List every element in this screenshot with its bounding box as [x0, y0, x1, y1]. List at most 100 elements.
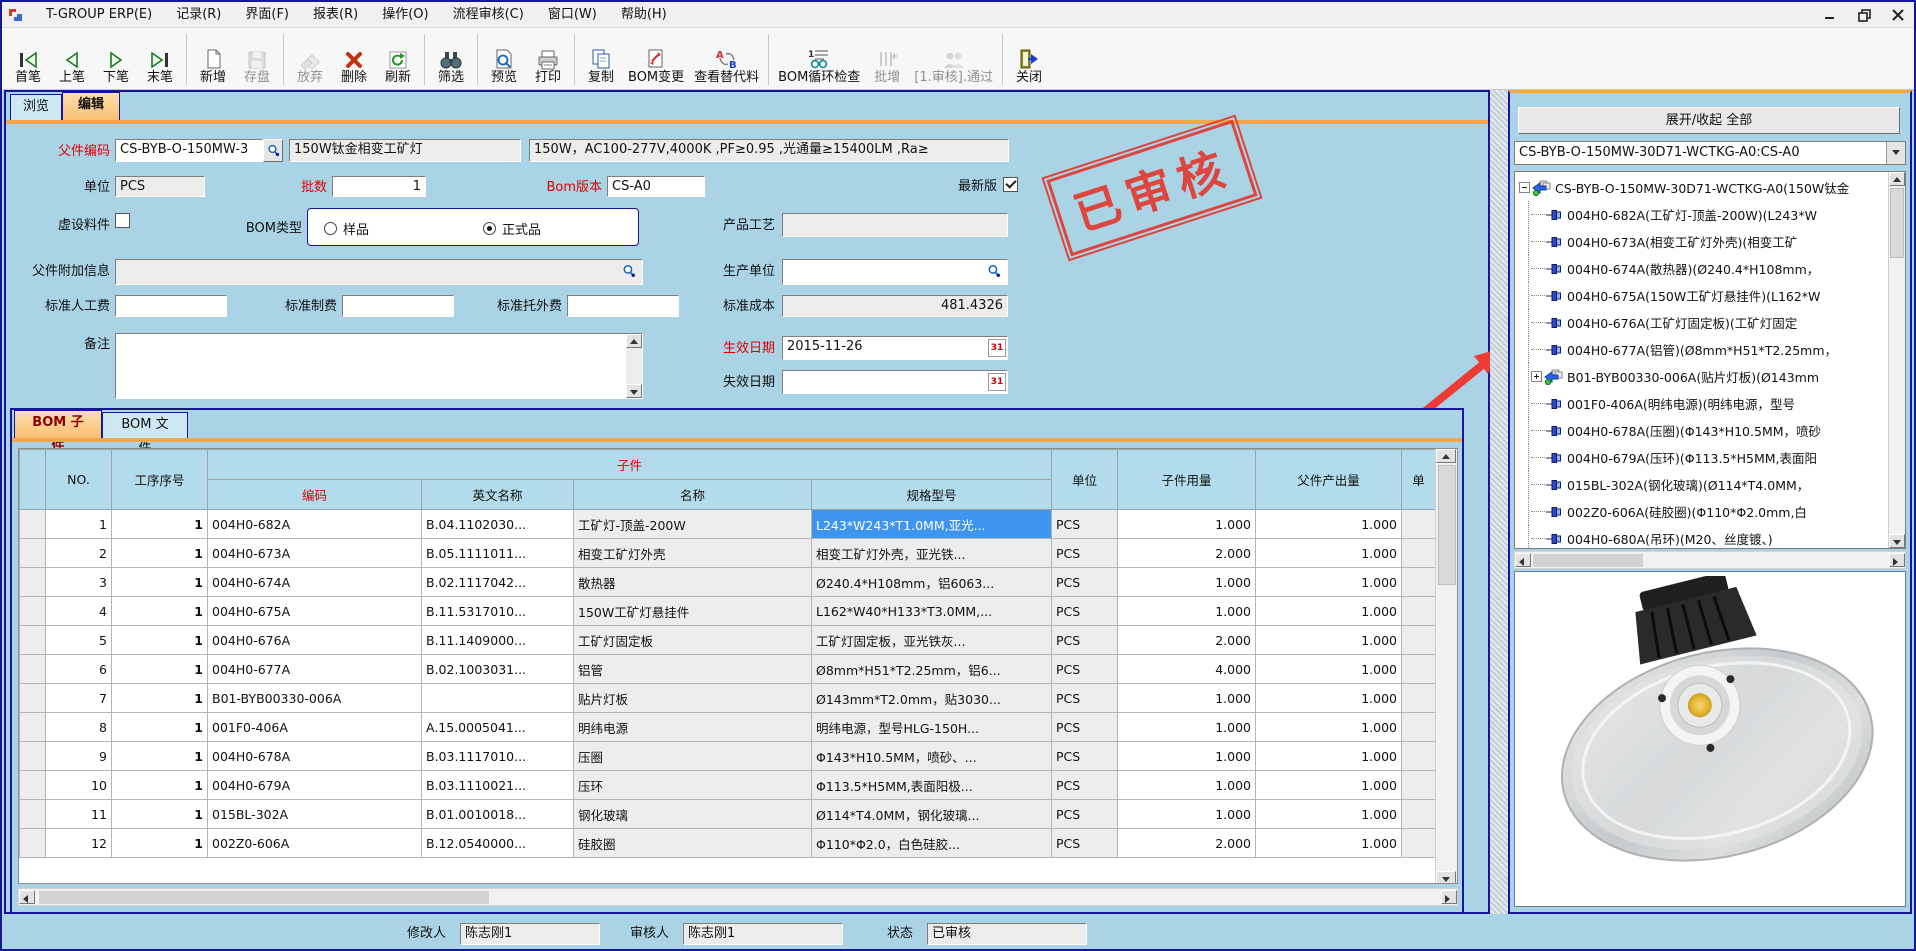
- cell-code[interactable]: 004H0-682A: [208, 510, 422, 539]
- parent-code-lookup-button[interactable]: [263, 139, 283, 162]
- delete-button[interactable]: 删除: [332, 30, 376, 89]
- table-row[interactable]: 4 1 004H0-675A B.11.5317010... 150W工矿灯悬挂…: [20, 597, 1436, 626]
- cell-no[interactable]: 11: [46, 800, 112, 829]
- grid-scroll-down-icon[interactable]: [1436, 871, 1456, 884]
- cell-code[interactable]: 004H0-674A: [208, 568, 422, 597]
- prev-record-button[interactable]: 上笔: [50, 30, 94, 89]
- cell-name[interactable]: 压环: [574, 771, 812, 800]
- cell-en-name[interactable]: B.03.1110021...: [422, 771, 574, 800]
- row-selector-cell[interactable]: [20, 626, 46, 655]
- cell-unit[interactable]: PCS: [1052, 626, 1118, 655]
- col-code-header[interactable]: 编码: [208, 480, 422, 510]
- row-selector-cell[interactable]: [20, 597, 46, 626]
- cell-parent-qty[interactable]: 1.000: [1256, 597, 1402, 626]
- table-row[interactable]: 7 1 B01-BYB00330-006A 贴片灯板 Ø143mm*T2.0mm…: [20, 684, 1436, 713]
- tab-bom-children[interactable]: BOM 子件: [14, 410, 102, 438]
- cell-en-name[interactable]: B.04.1102030...: [422, 510, 574, 539]
- cell-seq[interactable]: 1: [112, 568, 208, 597]
- cell-seq[interactable]: 1: [112, 626, 208, 655]
- minimize-button[interactable]: [1822, 7, 1838, 23]
- grid-scroll-up-icon[interactable]: [1436, 449, 1456, 463]
- cell-extra[interactable]: [1402, 597, 1436, 626]
- cell-extra[interactable]: [1402, 829, 1436, 858]
- table-row[interactable]: 10 1 004H0-679A B.03.1110021... 压环 Φ113.…: [20, 771, 1436, 800]
- tree-item[interactable]: 004H0-673A(相变工矿灯外壳)(相变工矿: [1519, 228, 1905, 255]
- menu-help[interactable]: 帮助(H): [609, 2, 679, 28]
- row-selector-cell[interactable]: [20, 771, 46, 800]
- cell-unit[interactable]: PCS: [1052, 510, 1118, 539]
- cell-spec[interactable]: Ø240.4*H108mm，铝6063...: [812, 568, 1052, 597]
- close-button[interactable]: 关闭: [1007, 30, 1051, 89]
- tree-item[interactable]: 004H0-677A(铝管)(Ø8mm*H51*T2.25mm，: [1519, 336, 1905, 363]
- tree-vscroll-thumb[interactable]: [1890, 188, 1904, 258]
- cell-en-name[interactable]: B.02.1003031...: [422, 655, 574, 684]
- virtual-part-checkbox[interactable]: [115, 213, 130, 228]
- table-row[interactable]: 1 1 004H0-682A B.04.1102030... 工矿灯-顶盖-20…: [20, 510, 1436, 539]
- cell-no[interactable]: 3: [46, 568, 112, 597]
- latest-version-checkbox[interactable]: [1003, 177, 1018, 192]
- filter-button[interactable]: 筛选: [429, 30, 473, 89]
- cell-code[interactable]: 004H0-673A: [208, 539, 422, 568]
- cell-extra[interactable]: [1402, 539, 1436, 568]
- cell-qty[interactable]: 2.000: [1118, 539, 1256, 568]
- col-spec-header[interactable]: 规格型号: [812, 480, 1052, 510]
- restore-button[interactable]: [1856, 7, 1872, 23]
- col-qty-header[interactable]: 子件用量: [1118, 450, 1256, 510]
- row-selector-cell[interactable]: [20, 829, 46, 858]
- cell-code[interactable]: 004H0-675A: [208, 597, 422, 626]
- tree-item[interactable]: 002Z0-606A(硅胶圈)(Φ110*Φ2.0mm,白: [1519, 498, 1905, 525]
- cell-spec[interactable]: L162*W40*H133*T3.0MM,...: [812, 597, 1052, 626]
- cell-en-name[interactable]: B.12.0540000...: [422, 829, 574, 858]
- table-row[interactable]: 5 1 004H0-676A B.11.1409000... 工矿灯固定板 工矿…: [20, 626, 1436, 655]
- refresh-button[interactable]: 刷新: [376, 30, 420, 89]
- menu-app[interactable]: T-GROUP ERP(E): [34, 2, 164, 28]
- expand-collapse-all-button[interactable]: 展开/收起 全部: [1518, 107, 1900, 134]
- tree-item[interactable]: 004H0-676A(工矿灯固定板)(工矿灯固定: [1519, 309, 1905, 336]
- view-substitute-button[interactable]: AB查看替代料: [689, 30, 764, 89]
- cell-unit[interactable]: PCS: [1052, 539, 1118, 568]
- cell-en-name[interactable]: B.05.1111011...: [422, 539, 574, 568]
- cell-no[interactable]: 7: [46, 684, 112, 713]
- cell-extra[interactable]: [1402, 771, 1436, 800]
- tree-expand-icon[interactable]: [1519, 182, 1530, 193]
- bom-type-formal-radio[interactable]: 正式品: [483, 219, 541, 238]
- cell-unit[interactable]: PCS: [1052, 684, 1118, 713]
- cell-code[interactable]: 001F0-406A: [208, 713, 422, 742]
- row-selector-cell[interactable]: [20, 655, 46, 684]
- cell-code[interactable]: 015BL-302A: [208, 800, 422, 829]
- menu-interface[interactable]: 界面(F): [233, 2, 301, 28]
- tree-scroll-right-icon[interactable]: [1889, 553, 1905, 567]
- cell-en-name[interactable]: B.11.5317010...: [422, 597, 574, 626]
- cell-parent-qty[interactable]: 1.000: [1256, 655, 1402, 684]
- cell-qty[interactable]: 1.000: [1118, 568, 1256, 597]
- cell-qty[interactable]: 4.000: [1118, 655, 1256, 684]
- tree-item[interactable]: B01-BYB00330-006A(贴片灯板)(Ø143mm: [1519, 363, 1905, 390]
- cell-parent-qty[interactable]: 1.000: [1256, 684, 1402, 713]
- cell-unit[interactable]: PCS: [1052, 742, 1118, 771]
- cell-extra[interactable]: [1402, 568, 1436, 597]
- prod-unit-input[interactable]: [782, 259, 1008, 285]
- cell-extra[interactable]: [1402, 800, 1436, 829]
- cell-parent-qty[interactable]: 1.000: [1256, 568, 1402, 597]
- std-mfg-input[interactable]: [342, 295, 454, 317]
- scroll-down-icon[interactable]: [626, 384, 642, 398]
- scroll-up-icon[interactable]: [626, 334, 642, 348]
- row-selector-cell[interactable]: [20, 800, 46, 829]
- menu-window[interactable]: 窗口(W): [536, 2, 609, 28]
- cell-qty[interactable]: 2.000: [1118, 829, 1256, 858]
- menu-workflow[interactable]: 流程审核(C): [441, 2, 536, 28]
- cell-parent-qty[interactable]: 1.000: [1256, 742, 1402, 771]
- tree-vertical-scrollbar[interactable]: [1888, 172, 1905, 548]
- cell-code[interactable]: 004H0-678A: [208, 742, 422, 771]
- cell-seq[interactable]: 1: [112, 597, 208, 626]
- grid-hscroll-thumb[interactable]: [39, 891, 489, 904]
- cell-no[interactable]: 5: [46, 626, 112, 655]
- grid-scroll-left-icon[interactable]: [19, 890, 35, 904]
- bom-version-dropdown[interactable]: CS-BYB-O-150MW-30D71-WCTKG-A0:CS-A0: [1514, 141, 1906, 165]
- preview-button[interactable]: 预览: [482, 30, 526, 89]
- cell-seq[interactable]: 1: [112, 655, 208, 684]
- tree-item[interactable]: CS-BYB-O-150MW-30D71-WCTKG-A0(150W钛金: [1519, 174, 1905, 201]
- cell-qty[interactable]: 1.000: [1118, 713, 1256, 742]
- cell-name[interactable]: 硅胶圈: [574, 829, 812, 858]
- remark-textarea[interactable]: [115, 333, 643, 399]
